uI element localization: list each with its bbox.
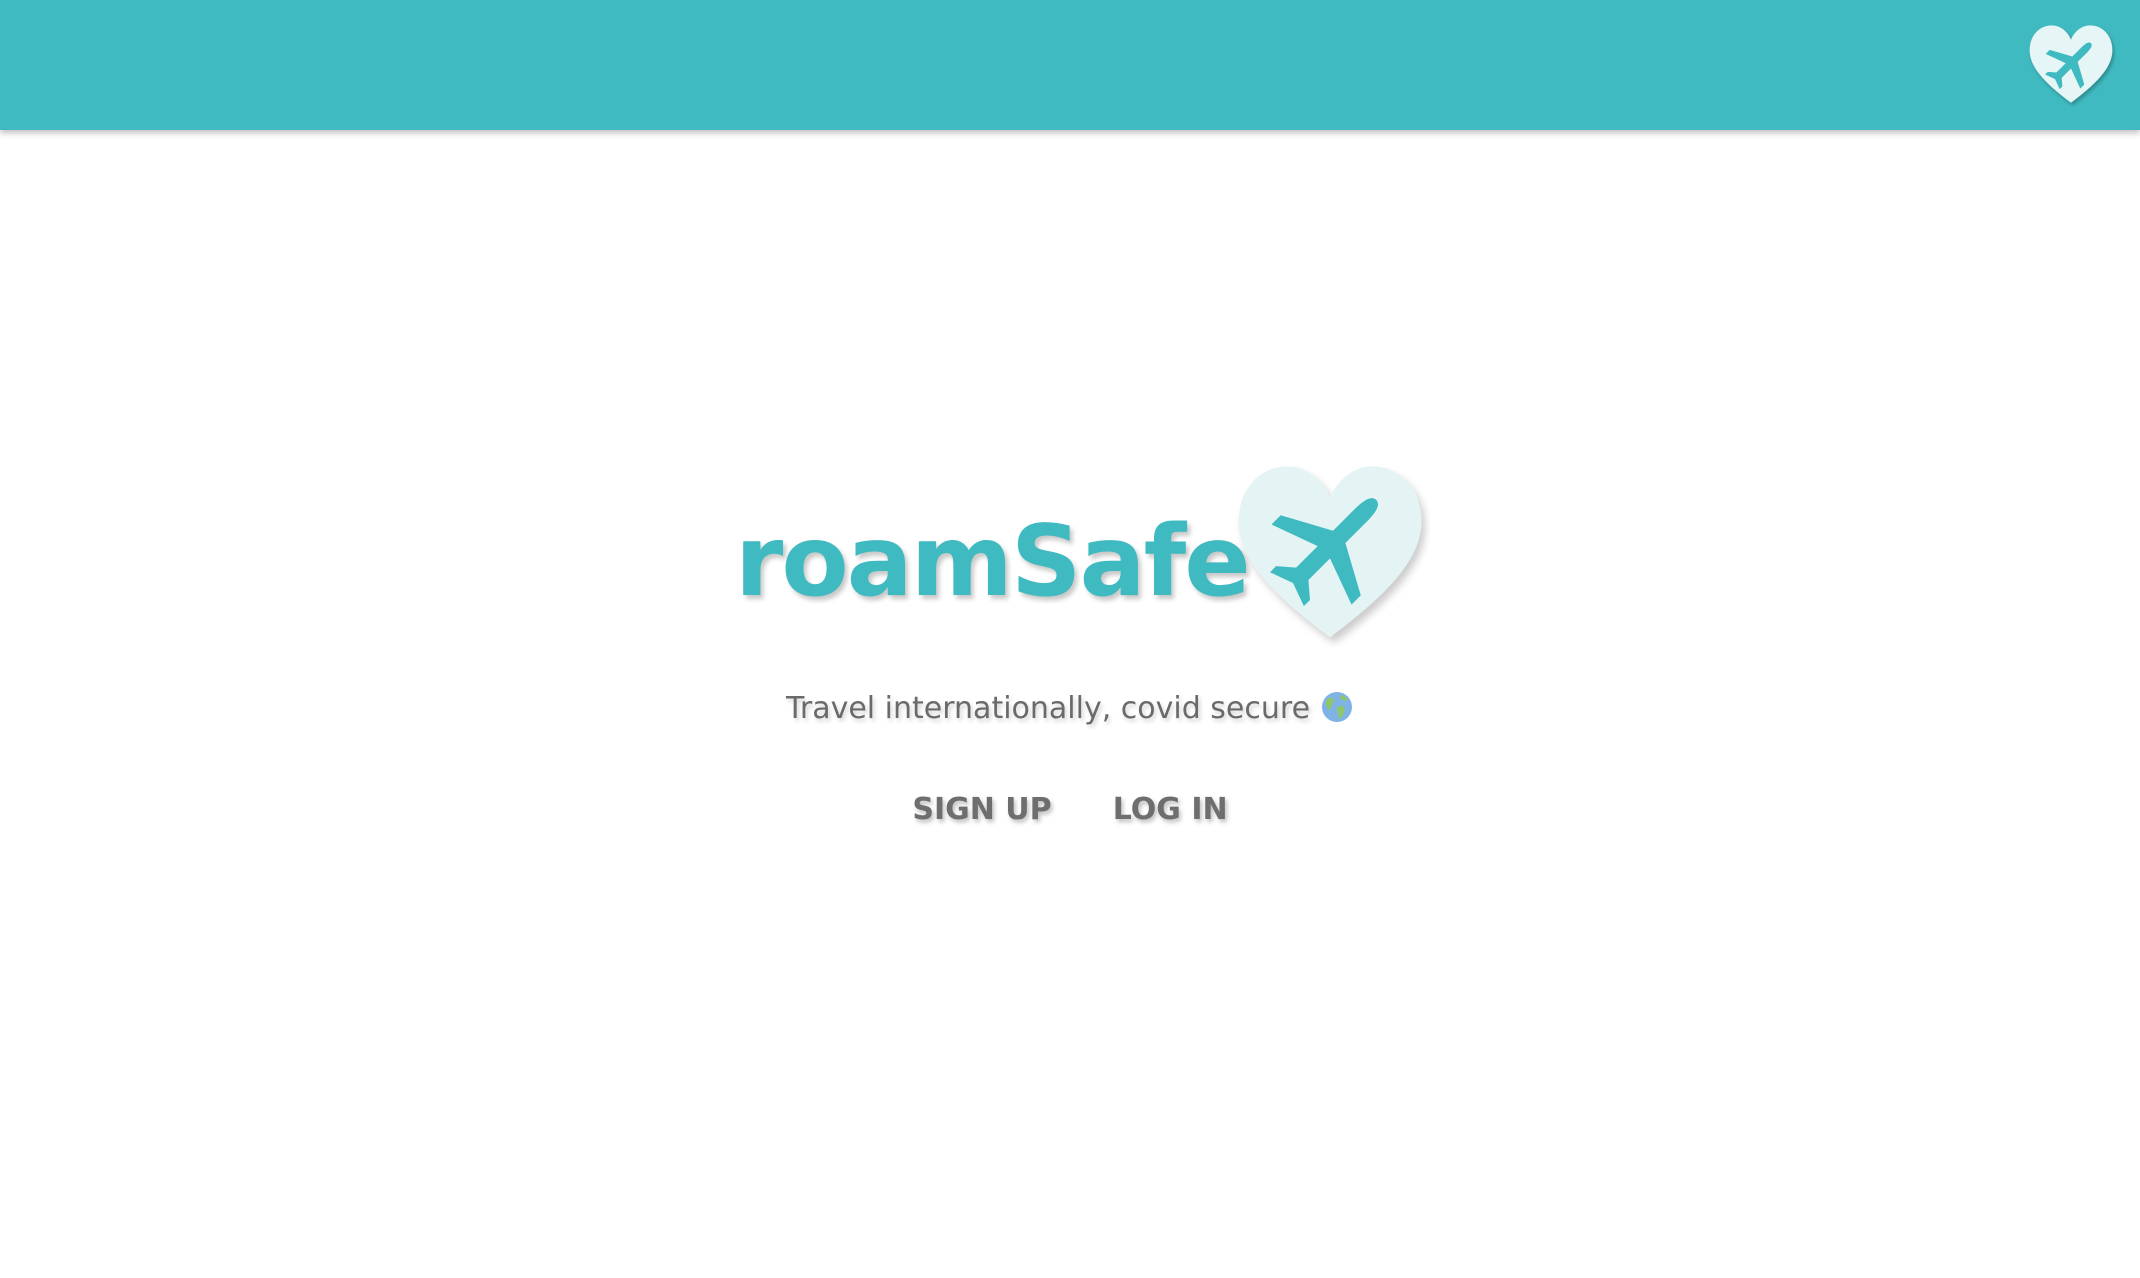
tagline: Travel internationally, covid secure — [0, 690, 2140, 726]
log-in-button[interactable]: LOG IN — [1103, 786, 1238, 833]
globe-icon — [1320, 690, 1354, 724]
landing-hero: roamSafe Travel internationally, covid s… — [0, 0, 2140, 1278]
heart-airplane-icon — [1230, 459, 1430, 649]
sign-up-button[interactable]: SIGN UP — [902, 786, 1061, 833]
auth-actions: SIGN UP LOG IN — [0, 786, 2140, 833]
brand-name: roamSafe — [735, 505, 1251, 619]
brand-logo: roamSafe — [735, 455, 1435, 655]
tagline-text: Travel internationally, covid secure — [785, 691, 1311, 726]
